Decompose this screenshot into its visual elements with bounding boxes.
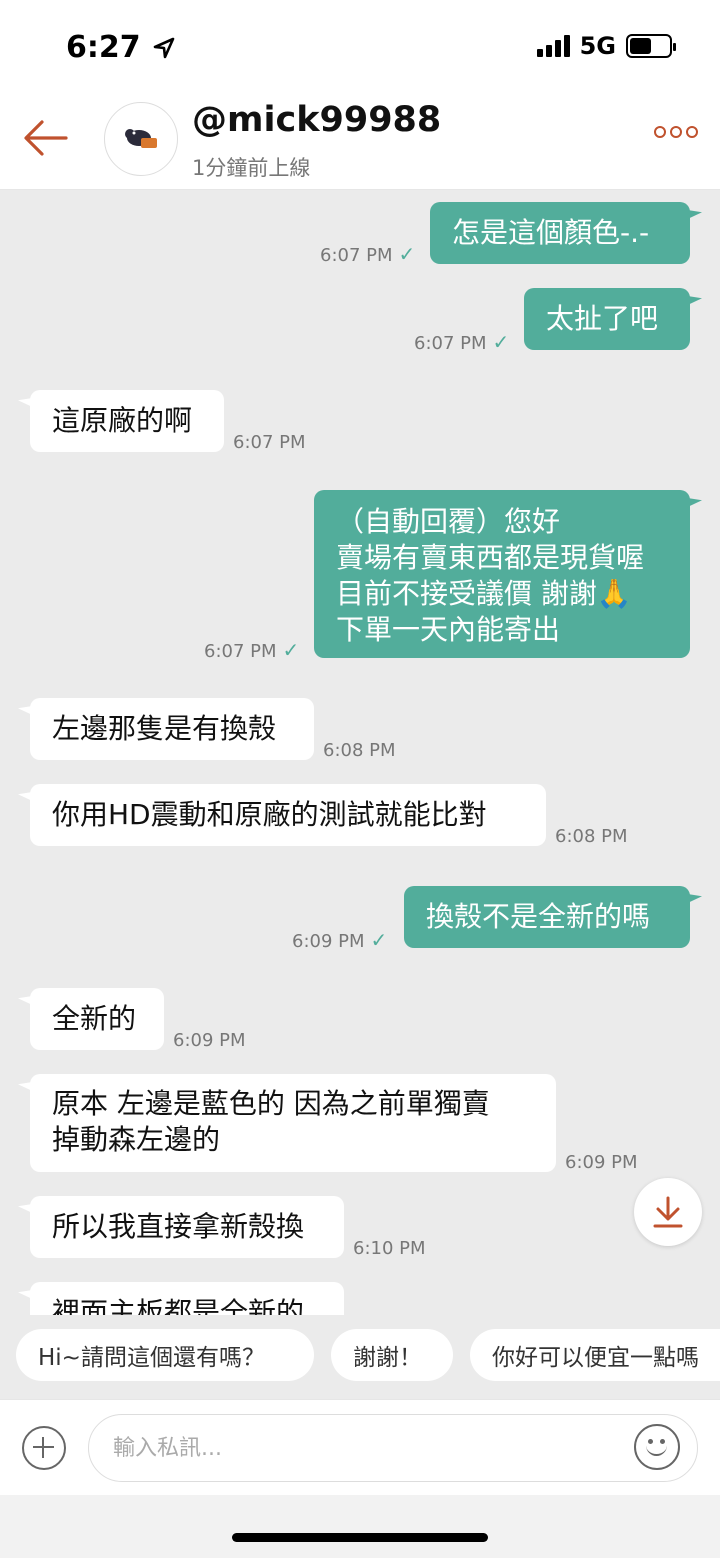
more-dot-icon — [670, 126, 682, 138]
message-time: 6:10 PM — [353, 1238, 426, 1259]
more-dot-icon — [686, 126, 698, 138]
message-bubble-incoming: 你用HD震動和原廠的測試就能比對 — [30, 784, 546, 846]
message-time: 6:08 PM — [323, 740, 396, 761]
message-bubble-incoming: 裡面主板都是全新的 — [30, 1282, 344, 1315]
network-label: 5G — [579, 32, 616, 60]
message-time: 6:09 PM ✓ — [292, 928, 387, 952]
status-time-text: 6:27 — [66, 30, 141, 65]
quick-reply-chip[interactable]: 你好可以便宜一點嗎 — [470, 1329, 720, 1381]
message-bubble-incoming: 這原廠的啊 — [30, 390, 224, 452]
message-input[interactable] — [88, 1414, 698, 1482]
online-status: 1分鐘前上線 — [192, 156, 311, 180]
message-time: 6:08 PM — [555, 826, 628, 847]
message-time: 6:07 PM ✓ — [320, 242, 415, 266]
status-bar: 6:27 5G — [0, 0, 720, 96]
message-input-bar — [0, 1399, 720, 1495]
sent-check-icon: ✓ — [398, 242, 416, 266]
back-arrow-icon — [24, 120, 68, 156]
arrow-down-icon — [653, 1196, 683, 1228]
message-time: 6:07 PM ✓ — [414, 330, 509, 354]
message-bubble-incoming: 原本 左邊是藍色的 因為之前單獨賣 掉動森左邊的 — [30, 1074, 556, 1172]
avatar-image — [125, 129, 157, 148]
more-dot-icon — [654, 126, 666, 138]
back-button[interactable] — [20, 116, 72, 160]
message-bubble-outgoing: 太扯了吧 — [524, 288, 690, 350]
sent-check-icon: ✓ — [282, 638, 300, 662]
home-area — [0, 1495, 720, 1558]
emoji-mouth-icon — [646, 1444, 667, 1456]
message-time: 6:07 PM ✓ — [204, 638, 299, 662]
sent-check-icon: ✓ — [370, 928, 388, 952]
message-time: 6:09 PM — [565, 1152, 638, 1173]
location-arrow-icon — [153, 37, 175, 59]
message-time: 6:07 PM — [233, 432, 306, 453]
signal-icon — [536, 35, 570, 57]
message-bubble-outgoing: 換殼不是全新的嗎 — [404, 886, 690, 948]
message-time: 6:09 PM — [173, 1030, 246, 1051]
message-bubble-outgoing: （自動回覆）您好 賣場有賣東西都是現貨喔 目前不接受議價 謝謝🙏 下單一天內能寄… — [314, 490, 690, 658]
battery-icon — [626, 34, 676, 58]
quick-replies: Hi~請問這個還有嗎？ 謝謝！ 你好可以便宜一點嗎 — [0, 1315, 720, 1399]
quick-reply-chip[interactable]: 謝謝！ — [331, 1329, 453, 1381]
home-indicator[interactable] — [232, 1533, 488, 1542]
status-indicators: 5G — [536, 32, 676, 60]
message-bubble-incoming: 所以我直接拿新殼換 — [30, 1196, 344, 1258]
chat-messages[interactable]: 怎是這個顏色-.- 6:07 PM ✓ 太扯了吧 6:07 PM ✓ 這原廠的啊 6… — [0, 190, 720, 1315]
message-bubble-incoming: 左邊那隻是有換殼 — [30, 698, 314, 760]
quick-reply-chip[interactable]: Hi~請問這個還有嗎？ — [16, 1329, 314, 1381]
add-attachment-button[interactable] — [22, 1426, 66, 1470]
sent-check-icon: ✓ — [492, 330, 510, 354]
scroll-to-bottom-button[interactable] — [634, 1178, 702, 1246]
message-bubble-incoming: 全新的 — [30, 988, 164, 1050]
time-text: 6:07 PM — [204, 641, 277, 662]
more-options-button[interactable] — [654, 126, 698, 138]
status-time: 6:27 — [66, 30, 175, 65]
avatar[interactable] — [104, 102, 178, 176]
username[interactable]: @mick99988 — [192, 100, 441, 140]
chat-header: @mick99988 1分鐘前上線 — [0, 96, 720, 190]
time-text: 6:07 PM — [320, 245, 393, 266]
emoji-button[interactable] — [634, 1424, 680, 1470]
time-text: 6:09 PM — [292, 931, 365, 952]
message-bubble-outgoing: 怎是這個顏色-.- — [430, 202, 690, 264]
time-text: 6:07 PM — [414, 333, 487, 354]
